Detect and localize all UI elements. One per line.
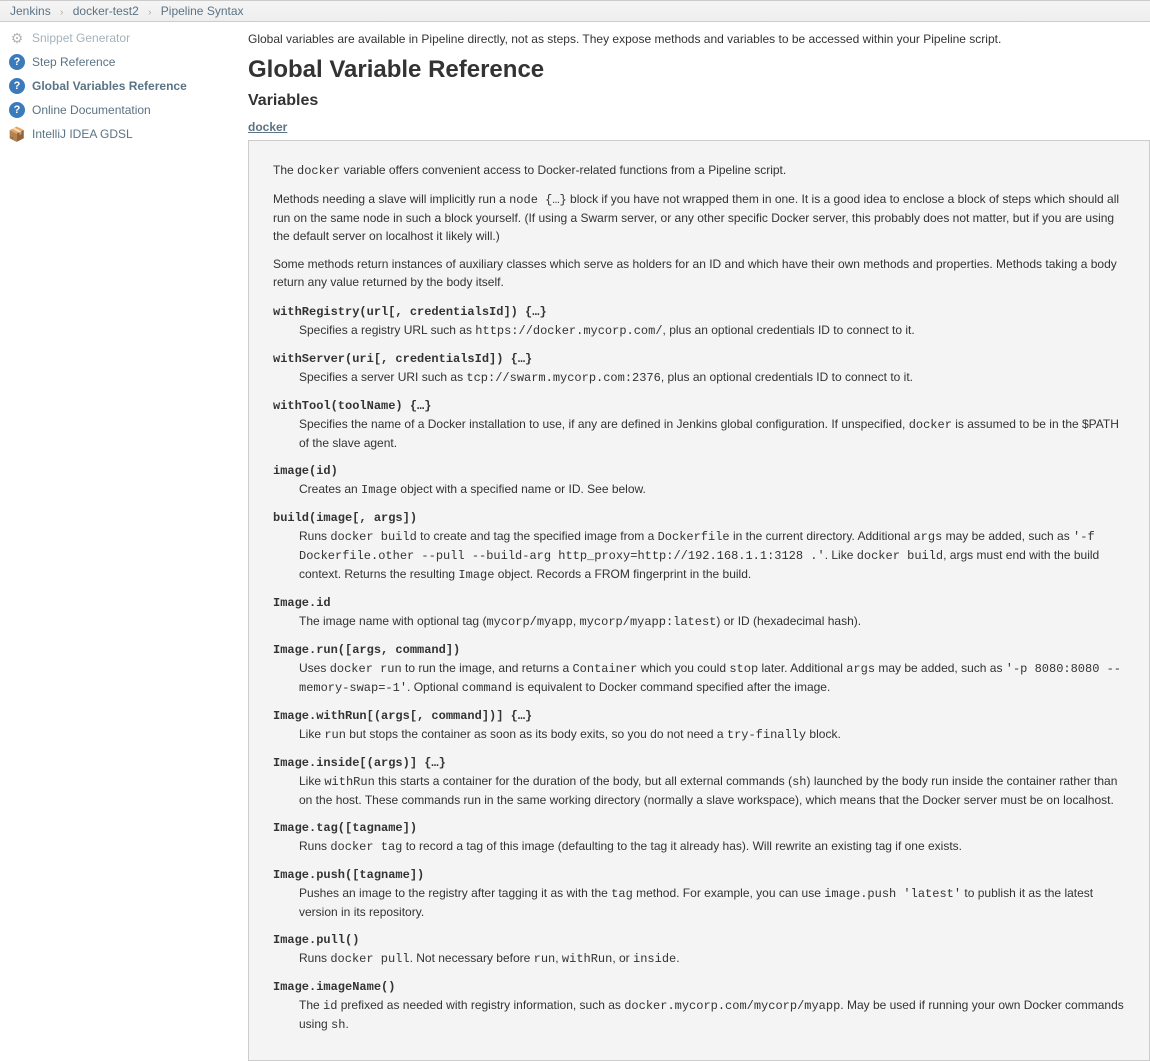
method-description: Pushes an image to the registry after ta… — [299, 884, 1125, 921]
doc-box: The docker variable offers convenient ac… — [248, 140, 1150, 1061]
method-signature: Image.push([tagname]) — [273, 866, 1125, 884]
method-signature: withTool(toolName) {…} — [273, 397, 1125, 415]
method-description: Specifies the name of a Docker installat… — [299, 415, 1125, 452]
method-description: Specifies a registry URL such as https:/… — [299, 321, 1125, 340]
method-description: Like run but stops the container as soon… — [299, 725, 1125, 744]
sidebar-item-snippet[interactable]: ⚙ Snippet Generator — [6, 26, 234, 50]
sidebar-item-label: Global Variables Reference — [32, 79, 187, 93]
method-signature: image(id) — [273, 462, 1125, 480]
method-description: Creates an Image object with a specified… — [299, 480, 1125, 499]
page-title: Global Variable Reference — [248, 56, 1150, 84]
method-description: The id prefixed as needed with registry … — [299, 996, 1125, 1034]
method-signature: Image.inside[(args)] {…} — [273, 754, 1125, 772]
method-description: Runs docker build to create and tag the … — [299, 527, 1125, 584]
package-icon: 📦 — [8, 125, 26, 143]
sidebar-item-label: Snippet Generator — [32, 31, 130, 45]
intro-text: Global variables are available in Pipeli… — [248, 32, 1150, 46]
method-signature: withRegistry(url[, credentialsId]) {…} — [273, 303, 1125, 321]
method-signature: Image.withRun[(args[, command])] {…} — [273, 707, 1125, 725]
sidebar-item-globals[interactable]: ? Global Variables Reference — [6, 74, 234, 98]
method-signature: Image.imageName() — [273, 978, 1125, 996]
method-description: Like withRun this starts a container for… — [299, 772, 1125, 809]
variable-link-docker[interactable]: docker — [248, 120, 287, 134]
method-signature: Image.pull() — [273, 931, 1125, 949]
sidebar-item-label: Online Documentation — [32, 103, 151, 117]
method-signature: Image.id — [273, 594, 1125, 612]
help-icon: ? — [8, 77, 26, 95]
section-title: Variables — [248, 92, 1150, 110]
breadcrumb: Jenkins › docker-test2 › Pipeline Syntax — [0, 0, 1150, 22]
sidebar-item-online[interactable]: ? Online Documentation — [6, 98, 234, 122]
method-signature: Image.run([args, command]) — [273, 641, 1125, 659]
chevron-right-icon: › — [148, 7, 151, 18]
doc-paragraph: Methods needing a slave will implicitly … — [273, 190, 1125, 245]
help-icon: ? — [8, 101, 26, 119]
method-description: Runs docker tag to record a tag of this … — [299, 837, 1125, 856]
method-description: The image name with optional tag (mycorp… — [299, 612, 1125, 631]
method-signature: Image.tag([tagname]) — [273, 819, 1125, 837]
sidebar-item-label: Step Reference — [32, 55, 115, 69]
main-content: Global variables are available in Pipeli… — [240, 22, 1150, 1061]
method-description: Runs docker pull. Not necessary before r… — [299, 949, 1125, 968]
method-description: Specifies a server URI such as tcp://swa… — [299, 368, 1125, 387]
chevron-right-icon: › — [60, 7, 63, 18]
sidebar-item-gdsl[interactable]: 📦 IntelliJ IDEA GDSL — [6, 122, 234, 146]
doc-paragraph: Some methods return instances of auxilia… — [273, 255, 1125, 291]
crumb-job[interactable]: docker-test2 — [73, 4, 139, 18]
sidebar-item-label: IntelliJ IDEA GDSL — [32, 127, 133, 141]
gear-icon: ⚙ — [8, 29, 26, 47]
sidebar-item-step[interactable]: ? Step Reference — [6, 50, 234, 74]
help-icon: ? — [8, 53, 26, 71]
crumb-jenkins[interactable]: Jenkins — [10, 4, 51, 18]
method-signature: build(image[, args]) — [273, 509, 1125, 527]
crumb-syntax[interactable]: Pipeline Syntax — [161, 4, 244, 18]
method-signature: withServer(uri[, credentialsId]) {…} — [273, 350, 1125, 368]
methods-list: withRegistry(url[, credentialsId]) {…}Sp… — [273, 303, 1125, 1034]
method-description: Uses docker run to run the image, and re… — [299, 659, 1125, 697]
doc-paragraph: The docker variable offers convenient ac… — [273, 161, 1125, 180]
sidebar: ⚙ Snippet Generator ? Step Reference ? G… — [0, 22, 240, 1061]
